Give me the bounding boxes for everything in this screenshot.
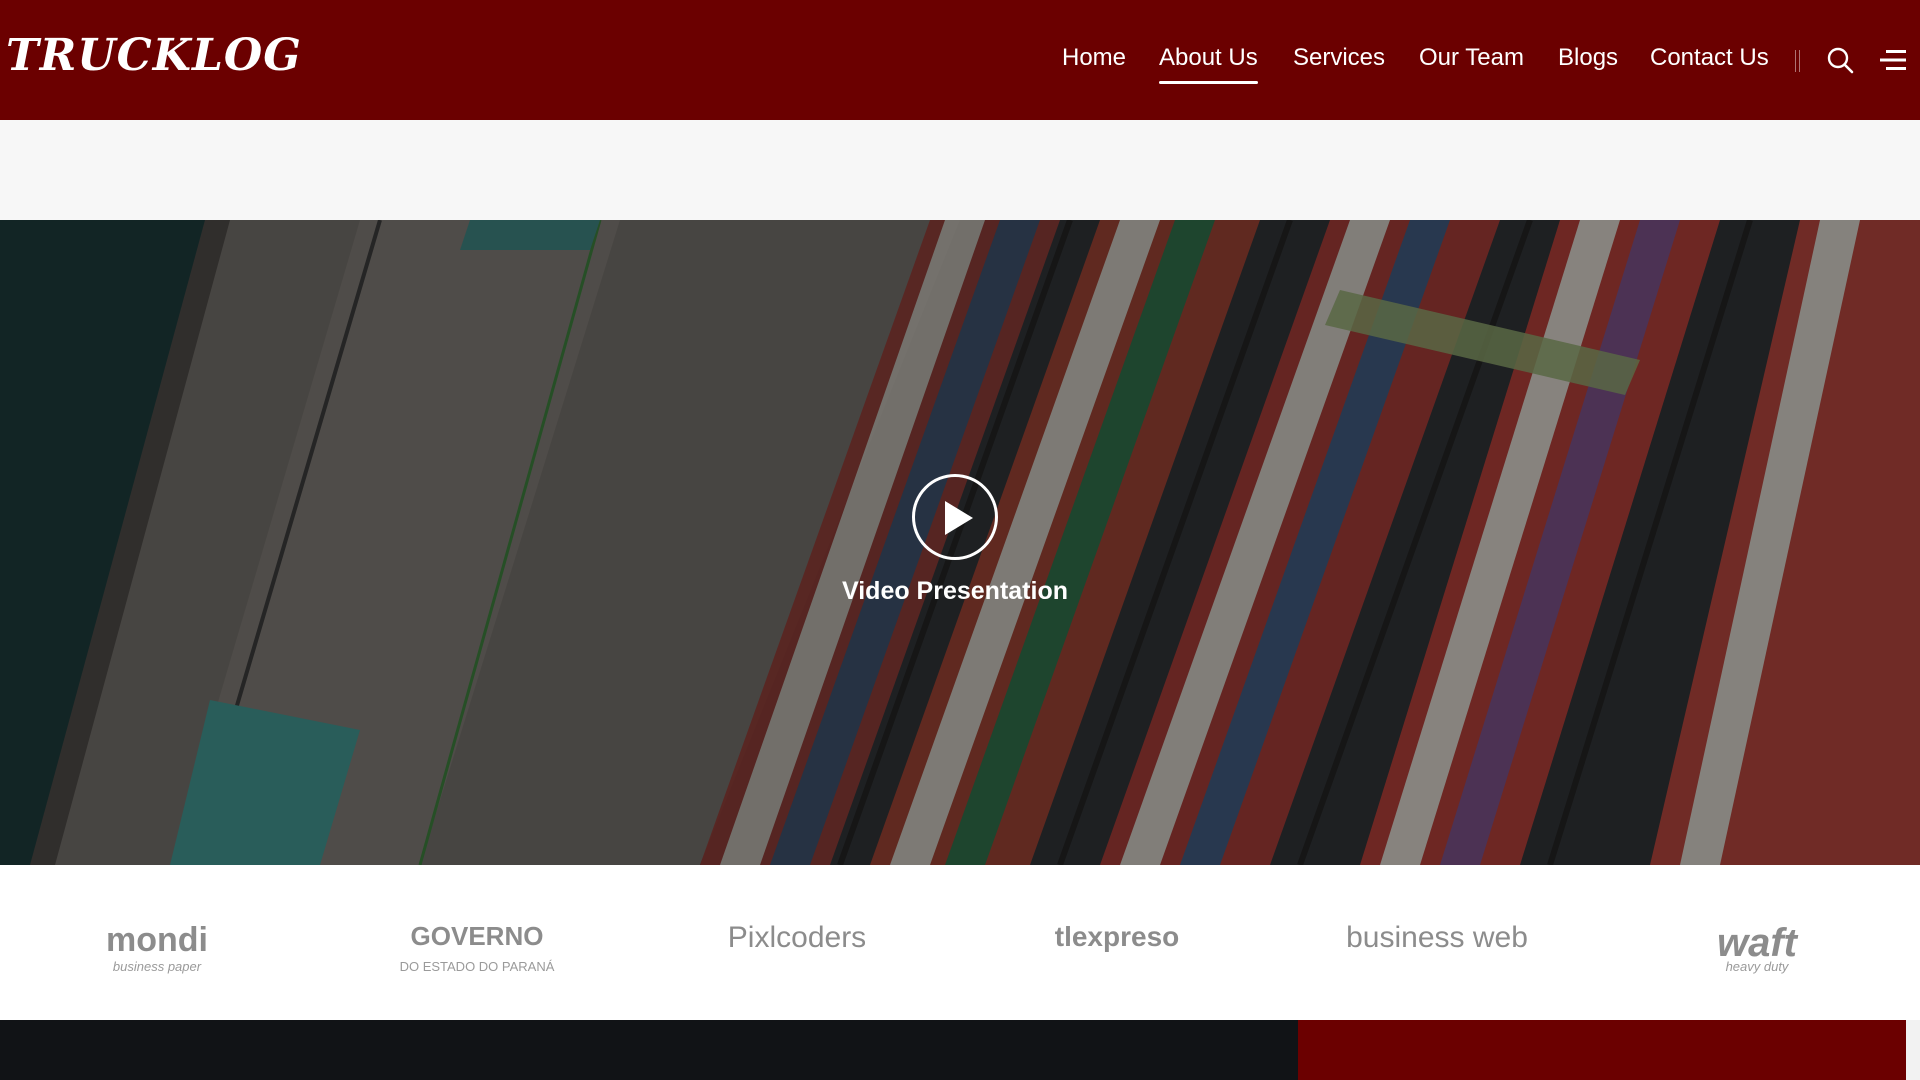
partner-logo-tlexpreso[interactable]: tlexpreso — [1007, 903, 1227, 983]
nav-blogs[interactable]: Blogs — [1558, 44, 1618, 72]
nav-contact-us[interactable]: Contact Us — [1650, 44, 1769, 72]
partner-tagline: heavy duty — [1725, 959, 1789, 974]
partner-logo-business-web[interactable]: business web — [1327, 903, 1547, 983]
play-button[interactable] — [912, 474, 998, 560]
partner-name: GOVERNO — [410, 921, 544, 951]
partner-logo-governo[interactable]: GOVERNO DO ESTADO DO PARANÁ — [367, 903, 587, 983]
site-header: TRUCKLOG Home About Us Services Our Team… — [0, 0, 1920, 120]
partner-logos: mondi business paper GOVERNO DO ESTADO D… — [0, 865, 1920, 1020]
nav-divider — [1795, 50, 1796, 72]
play-icon — [945, 501, 973, 535]
video-section: Video Presentation — [0, 220, 1920, 865]
footer-edge — [1906, 1020, 1920, 1080]
menu-icon[interactable] — [1880, 48, 1906, 72]
partner-name: business web — [1346, 921, 1528, 954]
partner-name: Pixlcoders — [727, 921, 867, 954]
footer-accent-band — [1298, 1020, 1906, 1080]
search-icon[interactable] — [1826, 46, 1854, 74]
partner-name: tlexpreso — [1054, 921, 1180, 952]
partner-name: mondi — [106, 921, 208, 959]
nav-services[interactable]: Services — [1293, 44, 1385, 72]
partner-logo-waft[interactable]: waft heavy duty — [1647, 903, 1867, 983]
partner-logo-mondi[interactable]: mondi business paper — [47, 903, 267, 983]
video-presentation-label: Video Presentation — [842, 577, 1068, 605]
footer-dark-band — [0, 1020, 1298, 1080]
nav-home[interactable]: Home — [1062, 44, 1126, 72]
nav-our-team[interactable]: Our Team — [1419, 44, 1524, 72]
partner-logo-pixlcoders[interactable]: Pixlcoders — [687, 903, 907, 983]
partner-tagline: business paper — [112, 959, 202, 974]
nav-about-us[interactable]: About Us — [1159, 44, 1258, 84]
spacer-band — [0, 120, 1920, 220]
main-nav: Home About Us Services Our Team Blogs Co… — [1020, 0, 1920, 120]
site-logo[interactable]: TRUCKLOG — [6, 30, 302, 81]
partner-tagline: DO ESTADO DO PARANÁ — [399, 959, 555, 974]
